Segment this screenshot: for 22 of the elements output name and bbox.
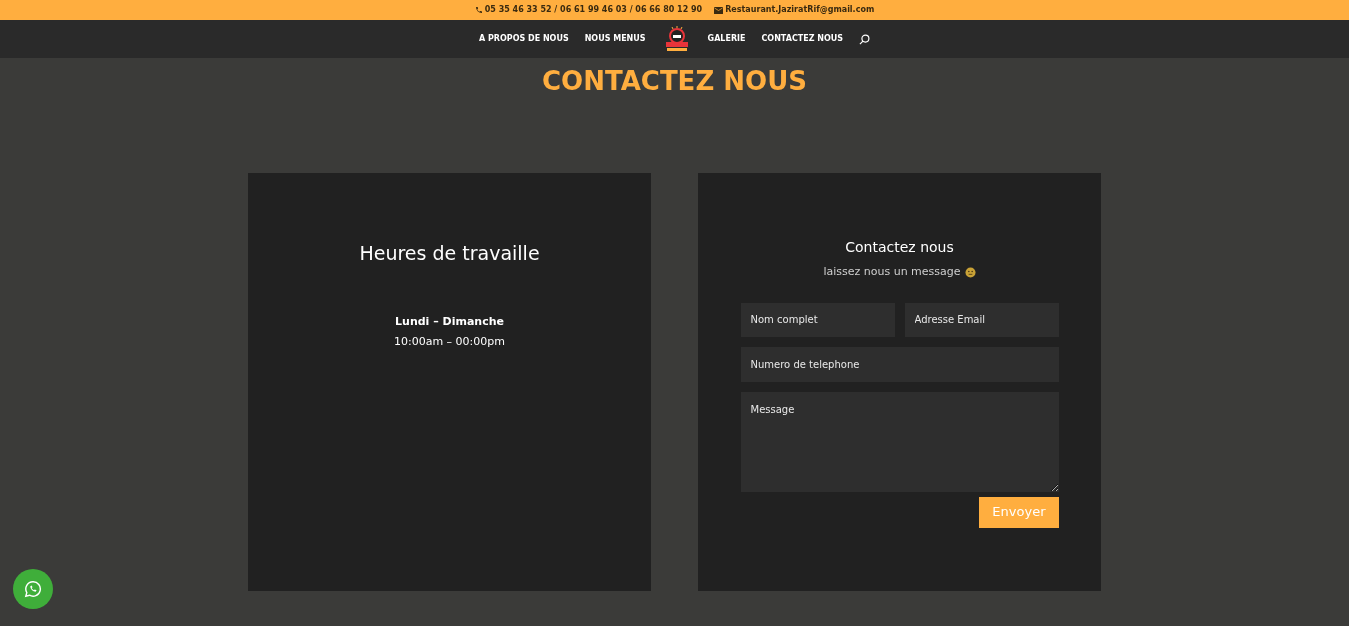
smiley-icon (964, 266, 976, 278)
input-field[interactable]: Numero de telephone (740, 346, 1059, 382)
phone-icon (474, 6, 483, 14)
chat-bubble-icon (24, 580, 42, 598)
message-field[interactable]: Message (740, 391, 1059, 492)
nav-link[interactable]: A PROPOS DE NOUS (479, 33, 569, 45)
input-field[interactable]: Nom complet (740, 302, 895, 337)
contact-subtitle: laissez nous un message (823, 264, 961, 280)
nav-link[interactable]: GALERIE (707, 33, 746, 45)
hours-heading: Heures de travaille (359, 241, 540, 266)
nav-link[interactable]: CONTACTEZ NOUS (761, 33, 843, 45)
input-field[interactable]: Adresse Email (904, 302, 1059, 337)
phone-numbers: 05 35 46 33 52 / 06 61 99 46 03 / 06 66 80 12 90 (484, 4, 703, 16)
page-title: CONTACTEZ NOUS (542, 66, 807, 96)
email-address: Restaurant.JaziratRif@gmail.com (725, 4, 875, 16)
whatsapp-button[interactable] (13, 569, 53, 609)
contact-heading: Contactez nous (845, 238, 954, 257)
hours-text: 10:00am – 00:00pm (393, 334, 506, 350)
nav-link[interactable]: NOUS MENUS (584, 33, 646, 45)
search-icon[interactable] (859, 33, 870, 45)
envelope-icon (714, 6, 724, 14)
days-label: Lundi – Dimanche (395, 313, 504, 330)
